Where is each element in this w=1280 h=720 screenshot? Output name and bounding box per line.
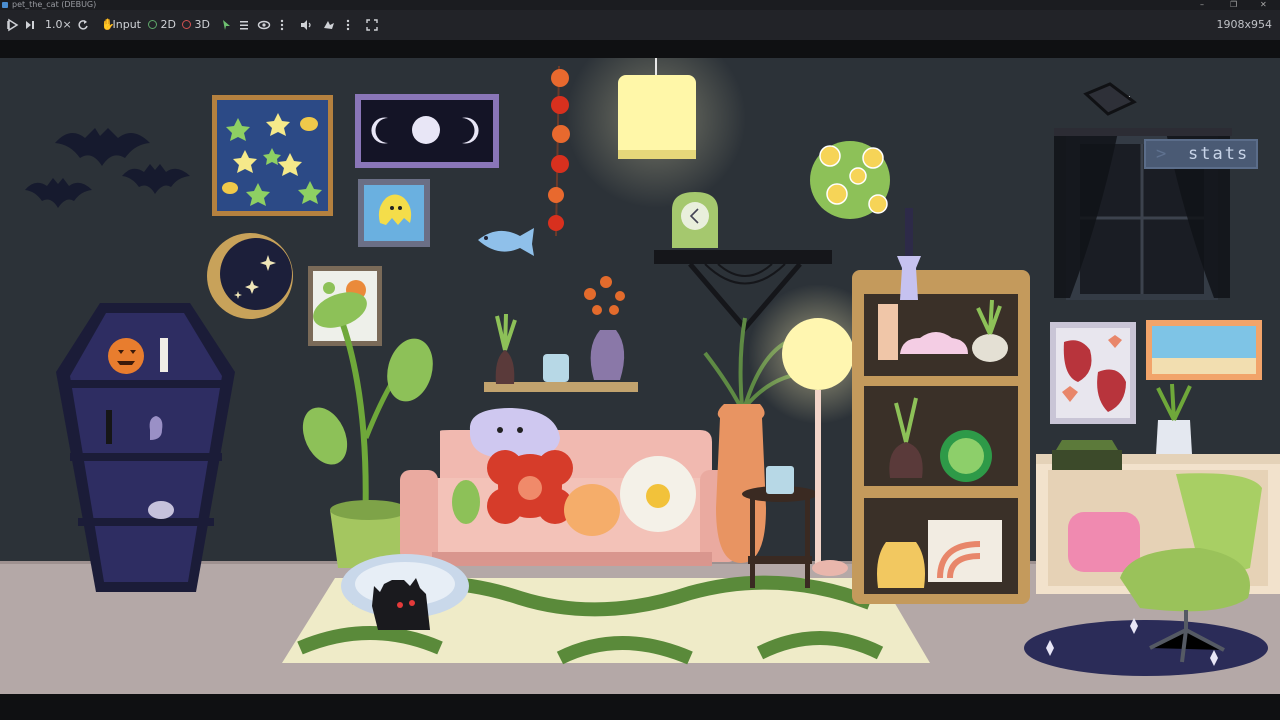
next-frame-icon[interactable] (24, 17, 36, 33)
crescent-moon-clock[interactable] (207, 233, 293, 319)
hand-icon: ✋ (101, 18, 115, 31)
stats-label: stats (1188, 144, 1250, 164)
reset-speed-icon[interactable] (77, 17, 89, 33)
fullscreen-icon[interactable] (365, 17, 379, 33)
app-icon (2, 2, 8, 8)
mode-2d-toggle[interactable]: 2D (148, 17, 176, 33)
strawberry-painting[interactable] (1050, 322, 1136, 424)
camera-options-icon[interactable] (345, 17, 351, 33)
list-select-icon[interactable] (238, 17, 250, 33)
viewport-bottom-border (0, 694, 1280, 720)
close-icon[interactable]: ✕ (1260, 0, 1267, 10)
more-options-icon[interactable] (279, 17, 285, 33)
jack-o-lantern (108, 338, 144, 374)
stats-button[interactable]: > stats (1144, 139, 1258, 169)
moon-phases-painting[interactable] (355, 94, 499, 168)
mantel-clock[interactable] (672, 192, 718, 248)
game-viewport[interactable]: > stats (0, 58, 1280, 694)
water-glass (766, 466, 794, 494)
speed-selector[interactable]: 1.0× (45, 17, 72, 33)
game-window: pet_the_cat (DEBUG) – ❐ ✕ 1.0× ✋ Input 2… (0, 0, 1280, 720)
pink-sofa[interactable] (400, 408, 738, 566)
minimize-icon[interactable]: – (1200, 0, 1204, 10)
mode-2d-label: 2D (160, 18, 176, 31)
viewport-top-border (0, 40, 1280, 58)
circle-3d-icon (182, 20, 191, 29)
lemon-plate[interactable] (810, 141, 890, 219)
star-painting[interactable] (212, 95, 333, 216)
input-label: Input (112, 18, 141, 31)
chevron-right-icon: > (1156, 144, 1169, 164)
select-cursor-icon[interactable] (220, 17, 232, 33)
maximize-icon[interactable]: ❐ (1230, 0, 1237, 10)
speaker-icon[interactable] (299, 17, 313, 33)
visibility-icon[interactable] (257, 17, 271, 33)
resolution-readout: 1908x954 (1216, 18, 1273, 31)
beach-painting[interactable] (1146, 320, 1262, 380)
camera-override-icon[interactable] (322, 17, 336, 33)
candle (160, 338, 168, 372)
ghost-painting[interactable] (358, 179, 430, 247)
circle-2d-icon (148, 20, 157, 29)
strawberry-cushion (1068, 512, 1140, 572)
flower-cushion (487, 450, 573, 524)
debug-toolbar: 1.0× ✋ Input 2D 3D 1908x954 (0, 10, 1280, 40)
mode-3d-toggle[interactable]: 3D (182, 17, 210, 33)
input-toggle[interactable]: ✋ Input (101, 17, 141, 33)
suspend-icon[interactable] (6, 17, 20, 33)
radio (1052, 450, 1122, 470)
daisy-cushion (620, 456, 696, 532)
window-title: pet_the_cat (DEBUG) (12, 0, 97, 9)
mode-3d-label: 3D (194, 18, 210, 31)
title-bar: pet_the_cat (DEBUG) – ❐ ✕ (0, 0, 1280, 10)
